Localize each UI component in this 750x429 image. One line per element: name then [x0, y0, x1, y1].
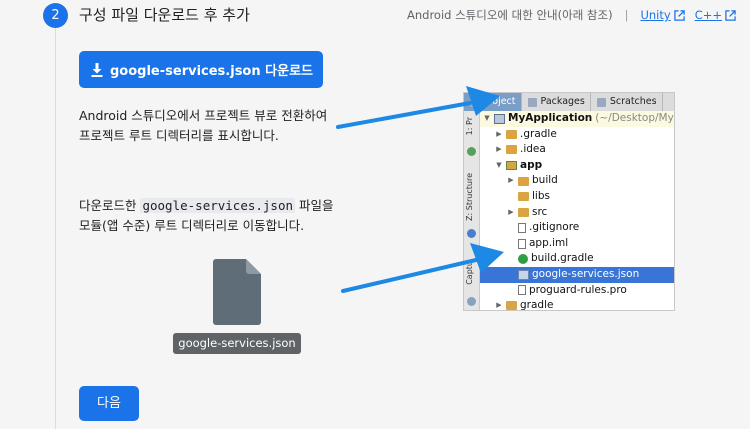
tree-row-build[interactable]: ▶ build: [480, 173, 674, 189]
instruction-2-prefix: 다운로드한: [79, 198, 141, 213]
instruction-switch-project-view: Android 스튜디오에서 프로젝트 뷰로 전환하여 프로젝트 루트 디렉터리…: [79, 106, 327, 146]
tab-scratches[interactable]: Scratches: [591, 93, 663, 111]
side-tab-structure[interactable]: Z: Structure: [465, 173, 474, 221]
tree-label: proguard-rules.pro: [529, 283, 627, 296]
cpp-link[interactable]: C++: [695, 8, 736, 22]
open-in-new-icon: [725, 9, 736, 21]
folder-icon: [506, 145, 517, 155]
tree-label: .gradle: [520, 127, 557, 140]
text-file-icon: [518, 222, 526, 233]
tree-label: libs: [532, 190, 550, 202]
tree-row-idea[interactable]: ▶ .idea: [480, 142, 674, 158]
tree-label: build: [532, 174, 558, 187]
tree-label: google-services.json: [532, 268, 640, 280]
iml-file-icon: [518, 238, 526, 249]
ide-side-toolbar: 1: Pr Z: Structure Captu: [464, 111, 480, 310]
chevron-right-icon: ▶: [496, 129, 502, 138]
instruction-move-config-file: 다운로드한 google-services.json 파일을 모듈(앱 수준) …: [79, 196, 333, 236]
tree-label: build.gradle: [531, 252, 594, 265]
tree-label: src: [532, 205, 548, 218]
tab-project[interactable]: Project: [464, 93, 522, 111]
project-view-icon: [470, 97, 479, 107]
gradle-icon: [518, 254, 528, 265]
android-icon: [467, 147, 476, 156]
tree-row-app[interactable]: ▼ app: [480, 158, 674, 174]
chevron-right-icon: ▶: [508, 207, 514, 216]
download-icon: [91, 62, 103, 77]
step-rail: [55, 28, 56, 429]
tree-row-gradle[interactable]: ▶ gradle: [480, 298, 674, 311]
tab-project-label: Project: [483, 96, 516, 107]
document-file-icon: [213, 259, 261, 325]
chevron-down-icon: ▼: [496, 160, 502, 169]
text-file-icon: [518, 285, 526, 296]
tree-row-gitignore[interactable]: .gitignore: [480, 220, 674, 236]
download-config-button[interactable]: google-services.json 다운로드: [79, 51, 323, 88]
captures-icon: [467, 297, 476, 306]
config-file-code: google-services.json: [140, 198, 295, 213]
tree-row-build-gradle[interactable]: build.gradle: [480, 251, 674, 267]
project-tree: ▼ MyApplication (~/Desktop/My ▶ .gradle ▶ .i…: [480, 111, 674, 311]
scratches-icon: [596, 97, 606, 107]
link-separator: |: [624, 8, 629, 22]
folder-icon: [518, 176, 529, 186]
tree-label: MyApplication: [508, 112, 593, 124]
tree-row-proguard[interactable]: proguard-rules.pro: [480, 283, 674, 299]
tree-label: .gitignore: [529, 221, 580, 234]
build-variants-icon: [467, 229, 476, 238]
side-tab-captures[interactable]: Captu: [465, 261, 474, 285]
module-folder-icon: [506, 161, 517, 171]
instruction-2-suffix: 파일을: [295, 198, 334, 213]
tree-row-libs[interactable]: libs: [480, 189, 674, 205]
project-folder-icon: [494, 113, 505, 124]
open-in-new-icon: [673, 9, 685, 21]
folder-icon: [518, 207, 529, 217]
tree-row-google-services-json[interactable]: google-services.json: [480, 267, 674, 283]
chevron-right-icon: ▶: [496, 145, 502, 154]
folder-icon: [518, 192, 529, 202]
chevron-right-icon: ▶: [496, 301, 502, 310]
file-name-label: google-services.json: [173, 333, 301, 354]
unity-link[interactable]: Unity: [640, 8, 685, 22]
unity-link-label: Unity: [640, 8, 671, 22]
step-number-badge: 2: [43, 3, 68, 28]
tree-path-suffix: (~/Desktop/My: [595, 112, 674, 124]
folder-icon: [506, 301, 517, 310]
instruction-1-line-2: 프로젝트 루트 디렉터리를 표시합니다.: [79, 128, 279, 143]
tab-packages[interactable]: Packages: [522, 93, 591, 111]
folder-icon: [506, 129, 517, 139]
package-icon: [527, 97, 537, 107]
project-view-tabs: Project Packages Scratches: [464, 93, 674, 112]
tree-row-app-iml[interactable]: app.iml: [480, 236, 674, 252]
tree-row-gradle-hidden[interactable]: ▶ .gradle: [480, 127, 674, 143]
tree-label: app: [520, 158, 543, 171]
side-tab-project[interactable]: 1: Pr: [465, 117, 474, 135]
chevron-right-icon: ▶: [508, 176, 514, 185]
cpp-link-label: C++: [694, 8, 722, 22]
tab-packages-label: Packages: [540, 96, 585, 107]
step-title: 구성 파일 다운로드 후 추가: [79, 6, 250, 24]
tree-row-src[interactable]: ▶ src: [480, 205, 674, 221]
download-config-button-label: google-services.json 다운로드: [110, 64, 313, 79]
tree-label: app.iml: [529, 236, 569, 249]
json-file-icon: [518, 269, 529, 280]
tree-label: gradle: [520, 299, 554, 311]
platform-links: Android 스튜디오에 대한 안내(아래 참조) | Unity C++: [407, 7, 736, 23]
android-studio-project-panel: Project Packages Scratches 1: Pr Z: Stru…: [463, 92, 675, 311]
chevron-down-icon: ▼: [484, 114, 490, 122]
tree-row-myapplication[interactable]: ▼ MyApplication (~/Desktop/My: [480, 111, 674, 127]
guide-text: Android 스튜디오에 대한 안내(아래 참조): [406, 8, 613, 22]
tree-label: .idea: [520, 143, 546, 156]
instruction-1-line-1: Android 스튜디오에서 프로젝트 뷰로 전환하여: [79, 108, 328, 123]
next-button[interactable]: 다음: [79, 386, 139, 421]
instruction-2-line-2: 모듈(앱 수준) 루트 디렉터리로 이동합니다.: [79, 218, 305, 233]
tab-scratches-label: Scratches: [609, 96, 657, 107]
